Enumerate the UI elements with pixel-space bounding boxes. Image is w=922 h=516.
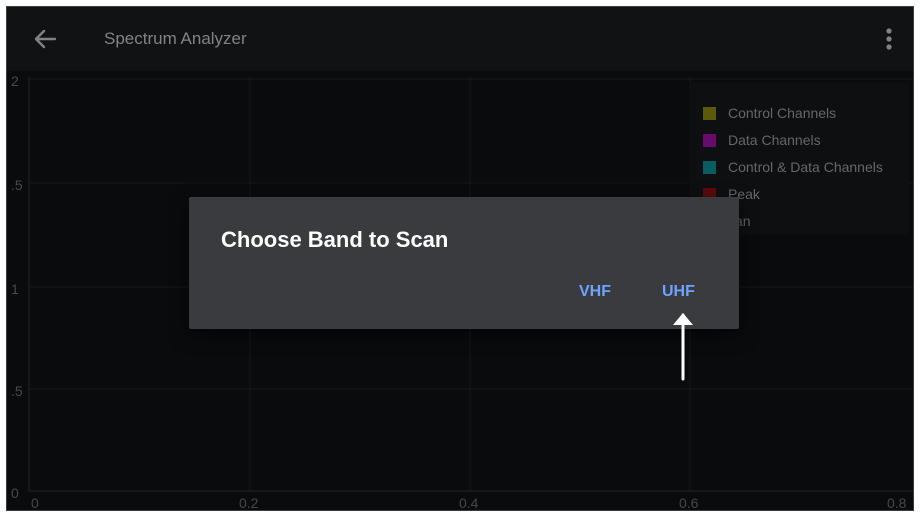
uhf-button[interactable]: UHF: [662, 283, 695, 301]
arrow-up-icon: [673, 313, 693, 381]
app-window: Spectrum Analyzer 2 .5 1 .5 0 0 0.2 0.4 …: [6, 6, 914, 511]
dialog-title: Choose Band to Scan: [221, 227, 449, 252]
vhf-button[interactable]: VHF: [579, 283, 611, 301]
choose-band-dialog: Choose Band to Scan VHF UHF: [189, 197, 739, 329]
